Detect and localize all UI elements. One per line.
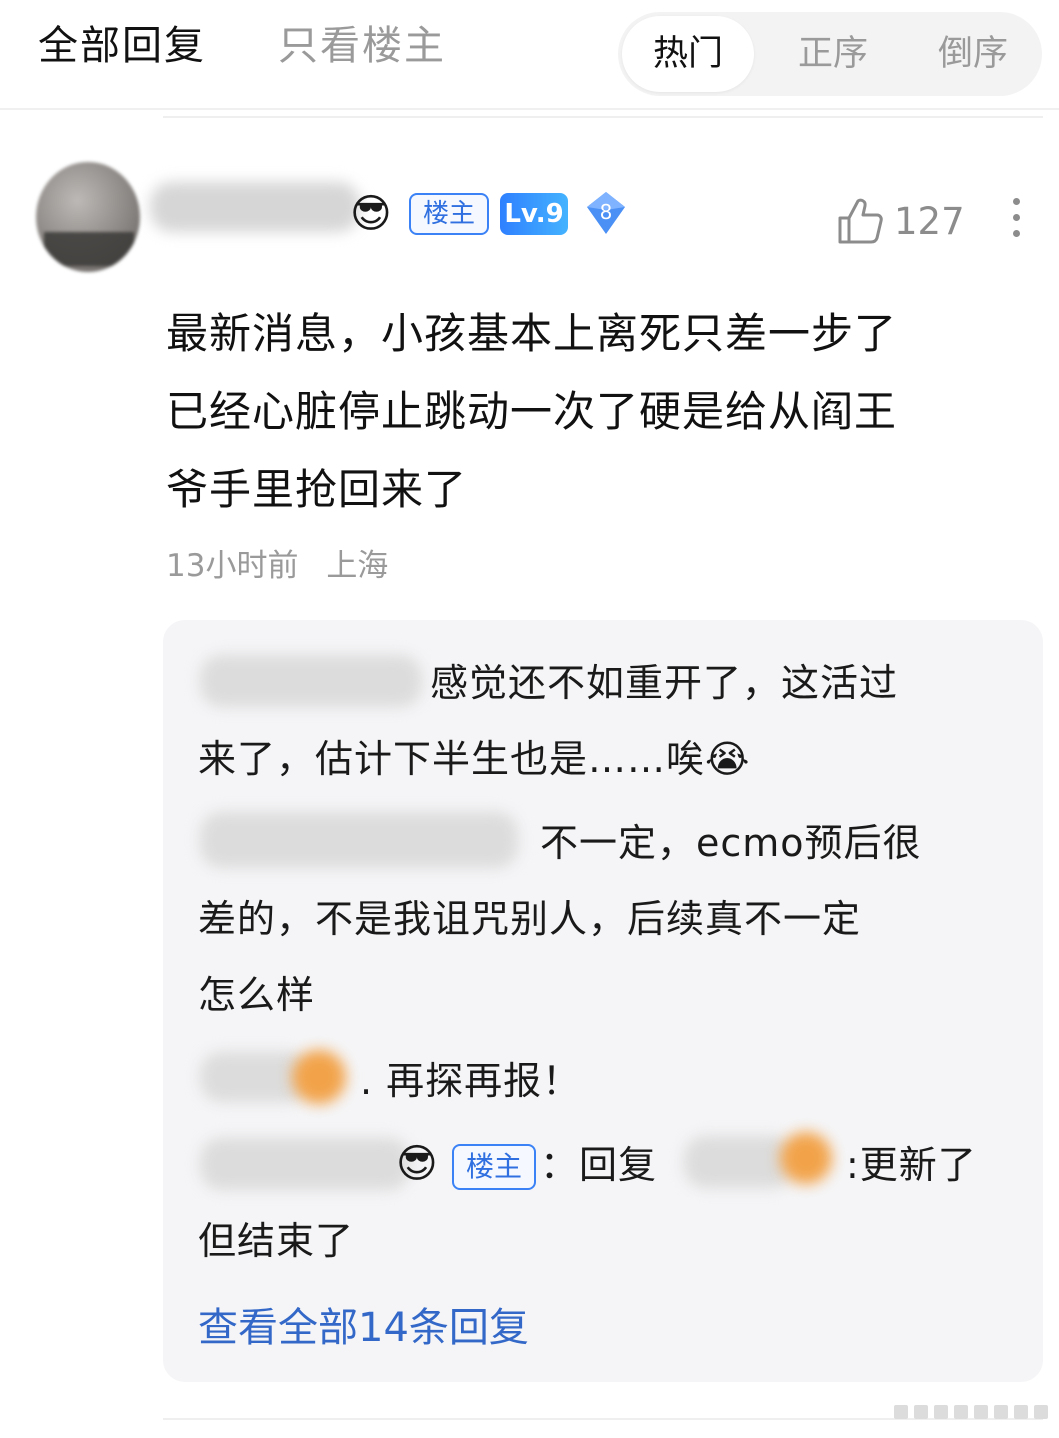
- like-button[interactable]: [836, 196, 884, 248]
- reply-text: :更新了: [846, 1143, 977, 1187]
- reply-target-avatar-redacted: [780, 1132, 832, 1184]
- view-all-replies-link[interactable]: 查看全部14条回复: [198, 1298, 529, 1358]
- level-badge: Lv.9: [500, 193, 568, 235]
- reply-text: 但结束了: [198, 1219, 355, 1263]
- crying-emoji-icon: 😭: [705, 737, 751, 781]
- sort-segmented-control: 热门 正序 倒序: [618, 12, 1042, 96]
- reply-username-redacted[interactable]: [200, 655, 422, 707]
- more-vertical-icon[interactable]: [1010, 198, 1022, 244]
- reply-text-line: 再探再报！: [386, 1059, 582, 1103]
- reply-text: 差的，不是我诅咒别人，后续真不一定: [198, 897, 862, 941]
- reply-text: 感觉还不如重开了，这活过: [430, 661, 899, 705]
- reply-text: 不一定，ecmo预后很: [540, 821, 922, 865]
- post-meta: 13小时前 上海: [166, 542, 406, 590]
- tab-all-replies[interactable]: 全部回复: [38, 18, 206, 74]
- avatar[interactable]: [36, 162, 140, 272]
- reply-target-username-redacted[interactable]: [684, 1136, 794, 1188]
- reply-text: ：回复: [540, 1143, 658, 1187]
- sort-ascending-button[interactable]: 正序: [778, 12, 888, 96]
- sort-descending-button[interactable]: 倒序: [918, 12, 1028, 96]
- reply-username-redacted[interactable]: [200, 812, 518, 868]
- thumbs-up-icon: [838, 198, 883, 244]
- tab-op-only[interactable]: 只看楼主: [278, 18, 446, 74]
- like-count: 127: [894, 200, 965, 243]
- watermark: [894, 1404, 1054, 1423]
- reply-text: . 再探再报！: [360, 1059, 582, 1103]
- username-redacted[interactable]: [150, 182, 360, 232]
- post-location: 上海: [326, 548, 389, 584]
- sunglasses-emoji-icon: 😎: [350, 191, 392, 237]
- top-tab-bar: 全部回复 只看楼主 热门 正序 倒序: [0, 0, 1059, 110]
- reply-text: 来了，估计下半生也是……唉😭: [198, 721, 998, 797]
- reply-text-line: 来了，估计下半生也是……唉: [198, 737, 706, 781]
- reply-avatar-redacted: [292, 1050, 346, 1104]
- reply-username-redacted[interactable]: [200, 1138, 410, 1190]
- diamond-badge-icon: 8: [584, 190, 628, 236]
- op-badge: 楼主: [409, 193, 489, 235]
- diamond-level: 8: [600, 200, 613, 224]
- reply-text: 怎么样: [198, 973, 316, 1017]
- post-content-line: 爷手里抢回来了: [166, 465, 468, 514]
- post-content: 最新消息，小孩基本上离死只差一步了 已经心脏停止跳动一次了硬是给从阎王 爷手里抢…: [166, 295, 1016, 529]
- sort-hot-button[interactable]: 热门: [622, 16, 754, 92]
- post-content-line: 已经心脏停止跳动一次了硬是给从阎王: [166, 387, 898, 436]
- sunglasses-emoji-icon: 😎: [396, 1141, 438, 1187]
- divider: [163, 116, 1043, 118]
- op-badge: 楼主: [452, 1144, 536, 1190]
- post-content-line: 最新消息，小孩基本上离死只差一步了: [166, 309, 898, 358]
- post-time: 13小时前: [166, 548, 299, 584]
